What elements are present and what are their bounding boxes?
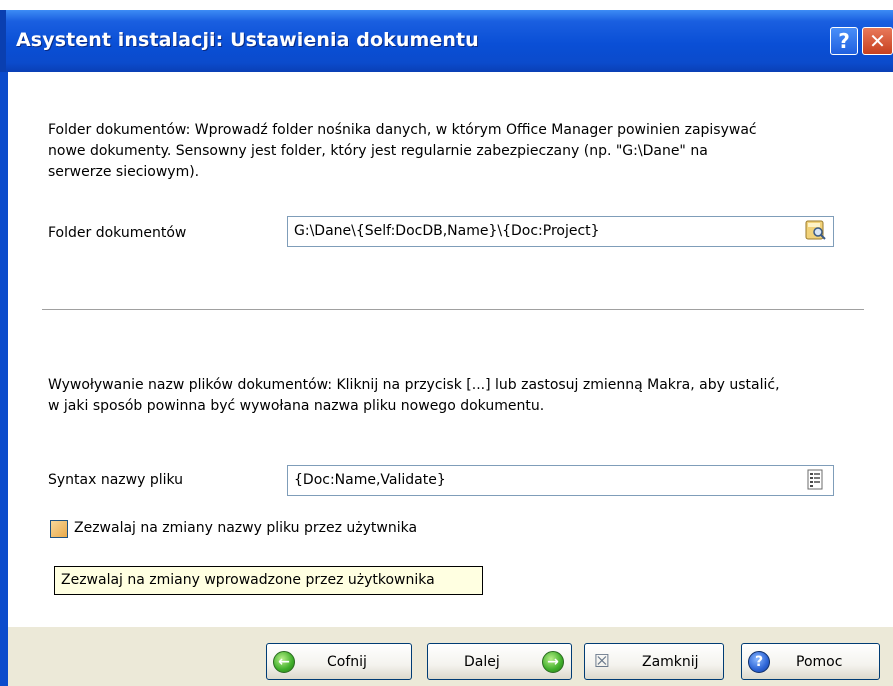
filename-syntax-value: {Doc:Name,Validate}: [294, 472, 446, 488]
allow-rename-label[interactable]: Zezwalaj na zmiany nazwy pliku przez uży…: [74, 518, 417, 539]
close-button[interactable]: ☒ Zamknij: [584, 643, 724, 680]
macro-list-icon[interactable]: [805, 469, 827, 491]
filename-syntax-input[interactable]: {Doc:Name,Validate}: [287, 465, 834, 496]
description-line: nowe dokumenty. Sensowny jest folder, kt…: [48, 143, 708, 159]
window-left-border: [0, 72, 8, 686]
filename-syntax-label: Syntax nazwy pliku: [48, 472, 184, 488]
browse-folder-icon[interactable]: [805, 219, 827, 241]
next-arrow-icon: →: [542, 650, 564, 673]
next-button[interactable]: Dalej →: [427, 643, 572, 680]
back-button[interactable]: ← Cofnij: [266, 643, 412, 680]
next-button-label: Dalej: [464, 653, 500, 670]
help-question-icon: ?: [748, 650, 770, 673]
section-divider: [42, 309, 864, 311]
file-naming-description: Wywoływanie nazw plików dokumentów: Klik…: [48, 375, 888, 417]
close-button-label: Zamknij: [642, 653, 699, 670]
setup-wizard-window: Asystent instalacji: Ustawienia dokument…: [0, 0, 893, 686]
question-icon: ?: [838, 29, 850, 53]
title-bar: Asystent instalacji: Ustawienia dokument…: [0, 10, 893, 72]
document-folder-input[interactable]: G:\Dane\{Self:DocDB,Name}\{Doc:Project}: [287, 216, 834, 247]
tooltip: Zezwalaj na zmiany wprowadzone przez uży…: [54, 566, 483, 595]
tooltip-text: Zezwalaj na zmiany wprowadzone przez uży…: [61, 572, 435, 588]
back-button-label: Cofnij: [327, 653, 367, 670]
description-line: serwerze sieciowym).: [48, 164, 200, 180]
close-title-button[interactable]: ✕: [862, 27, 893, 55]
help-title-button[interactable]: ?: [830, 27, 858, 55]
close-icon: ✕: [869, 29, 886, 53]
description-line: Folder dokumentów: Wprowadź folder nośni…: [48, 122, 757, 138]
help-button[interactable]: ? Pomoc: [741, 643, 880, 680]
title-bar-edge: [0, 10, 6, 72]
help-button-label: Pomoc: [796, 653, 843, 670]
window-title: Asystent instalacji: Ustawienia dokument…: [16, 29, 479, 51]
close-x-icon: ☒: [593, 651, 611, 672]
description-line: Wywoływanie nazw plików dokumentów: Klik…: [48, 377, 780, 393]
description-line: w jaki sposób powinna być wywołana nazwa…: [48, 398, 545, 414]
allow-rename-checkbox[interactable]: [50, 520, 68, 538]
back-arrow-icon: ←: [273, 650, 295, 673]
document-folder-value: G:\Dane\{Self:DocDB,Name}\{Doc:Project}: [294, 223, 600, 239]
document-folder-description: Folder dokumentów: Wprowadź folder nośni…: [48, 120, 878, 183]
document-folder-label: Folder dokumentów: [48, 225, 187, 241]
